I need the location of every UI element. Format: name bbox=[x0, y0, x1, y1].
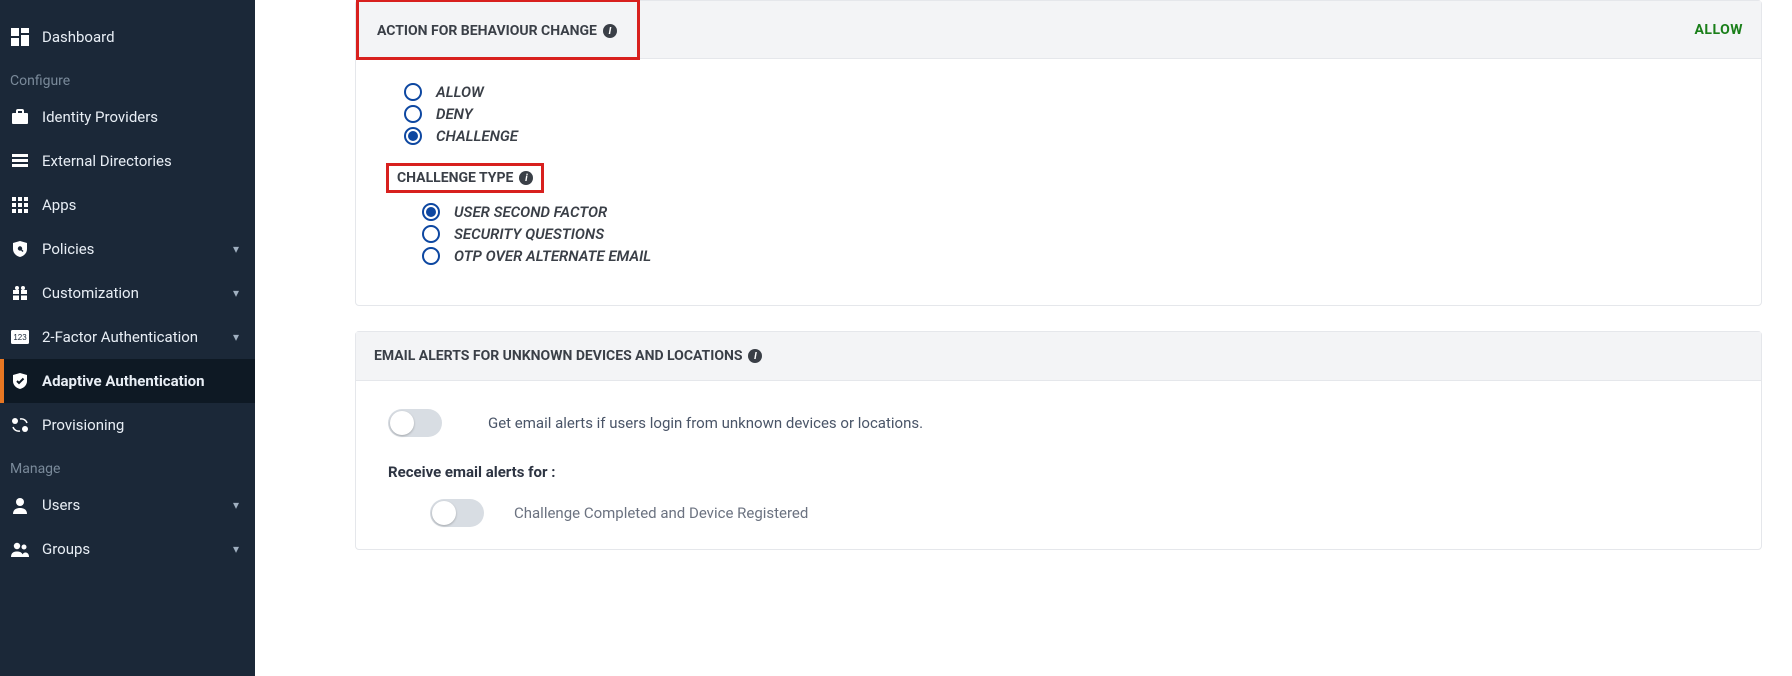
sidebar-item-identity-providers[interactable]: Identity Providers bbox=[0, 95, 255, 139]
sidebar-item-label: Customization bbox=[42, 284, 233, 302]
sidebar-item-provisioning[interactable]: Provisioning bbox=[0, 403, 255, 447]
sidebar-item-label: Identity Providers bbox=[42, 108, 245, 126]
chevron-down-icon: ▾ bbox=[233, 542, 239, 556]
radio-button-icon bbox=[422, 247, 440, 265]
radio-button-icon bbox=[404, 127, 422, 145]
chevron-down-icon: ▾ bbox=[233, 242, 239, 256]
action-panel-body: ALLOW DENY CHALLENGE CHALLENGE TYPE i bbox=[356, 59, 1761, 305]
stack-icon bbox=[10, 151, 30, 171]
sidebar-item-groups[interactable]: Groups ▾ bbox=[0, 527, 255, 571]
sidebar-item-label: Groups bbox=[42, 540, 233, 558]
radio-allow[interactable]: ALLOW bbox=[404, 83, 1741, 101]
grid-icon bbox=[10, 195, 30, 215]
info-icon[interactable]: i bbox=[519, 171, 533, 185]
chevron-down-icon: ▾ bbox=[233, 498, 239, 512]
radio-button-icon bbox=[404, 83, 422, 101]
email-alerts-title: EMAIL ALERTS FOR UNKNOWN DEVICES AND LOC… bbox=[374, 348, 742, 364]
action-panel-title: ACTION FOR BEHAVIOUR CHANGE bbox=[377, 23, 597, 39]
radio-label: ALLOW bbox=[436, 83, 484, 101]
radio-button-icon bbox=[422, 225, 440, 243]
sidebar-item-policies[interactable]: Policies ▾ bbox=[0, 227, 255, 271]
info-icon[interactable]: i bbox=[603, 24, 617, 38]
email-alerts-panel: EMAIL ALERTS FOR UNKNOWN DEVICES AND LOC… bbox=[355, 331, 1762, 550]
radio-label: OTP OVER ALTERNATE EMAIL bbox=[454, 247, 651, 265]
radio-label: DENY bbox=[436, 105, 473, 123]
radio-button-icon bbox=[404, 105, 422, 123]
user-icon bbox=[10, 495, 30, 515]
challenge-type-title: CHALLENGE TYPE bbox=[397, 170, 513, 186]
action-status: ALLOW bbox=[1694, 22, 1743, 38]
radio-label: SECURITY QUESTIONS bbox=[454, 225, 604, 243]
radio-label: CHALLENGE bbox=[436, 127, 518, 145]
keypad-icon: 123 bbox=[10, 327, 30, 347]
radio-label: USER SECOND FACTOR bbox=[454, 203, 607, 221]
email-alerts-body: Get email alerts if users login from unk… bbox=[356, 381, 1761, 549]
sidebar-item-label: Apps bbox=[42, 196, 245, 214]
sidebar-section-manage: Manage bbox=[0, 447, 255, 483]
sub-toggle-row: Challenge Completed and Device Registere… bbox=[430, 499, 1741, 527]
receive-alerts-label: Receive email alerts for : bbox=[388, 463, 1741, 481]
sidebar-item-label: External Directories bbox=[42, 152, 245, 170]
chevron-down-icon: ▾ bbox=[233, 330, 239, 344]
sidebar-item-label: Dashboard bbox=[42, 28, 245, 46]
radio-otp-alternate-email[interactable]: OTP OVER ALTERNATE EMAIL bbox=[422, 247, 1741, 265]
email-alerts-header: EMAIL ALERTS FOR UNKNOWN DEVICES AND LOC… bbox=[356, 332, 1761, 381]
sidebar-section-configure: Configure bbox=[0, 59, 255, 95]
sidebar-item-label: Adaptive Authentication bbox=[42, 372, 245, 390]
sub-toggle-label: Challenge Completed and Device Registere… bbox=[514, 504, 808, 522]
sidebar-item-label: Policies bbox=[42, 240, 233, 258]
dashboard-icon bbox=[10, 27, 30, 47]
sidebar-item-apps[interactable]: Apps bbox=[0, 183, 255, 227]
sidebar-item-external-directories[interactable]: External Directories bbox=[0, 139, 255, 183]
radio-challenge[interactable]: CHALLENGE bbox=[404, 127, 1741, 145]
email-alerts-toggle-label: Get email alerts if users login from unk… bbox=[488, 414, 923, 432]
sync-users-icon bbox=[10, 415, 30, 435]
group-icon bbox=[10, 539, 30, 559]
challenge-completed-toggle[interactable] bbox=[430, 499, 484, 527]
chevron-down-icon: ▾ bbox=[233, 286, 239, 300]
action-radio-group: ALLOW DENY CHALLENGE bbox=[404, 83, 1741, 145]
info-icon[interactable]: i bbox=[748, 349, 762, 363]
radio-button-icon bbox=[422, 203, 440, 221]
gift-icon bbox=[10, 283, 30, 303]
shield-search-icon bbox=[10, 239, 30, 259]
action-panel-header: ACTION FOR BEHAVIOUR CHANGE i ALLOW bbox=[356, 1, 1761, 59]
main-content: ACTION FOR BEHAVIOUR CHANGE i ALLOW ALLO… bbox=[255, 0, 1792, 676]
shield-check-icon bbox=[10, 371, 30, 391]
sidebar-item-label: 2-Factor Authentication bbox=[42, 328, 233, 346]
sidebar: Dashboard Configure Identity Providers E… bbox=[0, 0, 255, 676]
sidebar-item-customization[interactable]: Customization ▾ bbox=[0, 271, 255, 315]
action-panel: ACTION FOR BEHAVIOUR CHANGE i ALLOW ALLO… bbox=[355, 0, 1762, 306]
email-alerts-toggle[interactable] bbox=[388, 409, 442, 437]
challenge-type-radio-group: USER SECOND FACTOR SECURITY QUESTIONS OT… bbox=[422, 203, 1741, 265]
sidebar-item-dashboard[interactable]: Dashboard bbox=[0, 15, 255, 59]
svg-text:123: 123 bbox=[13, 333, 27, 342]
radio-deny[interactable]: DENY bbox=[404, 105, 1741, 123]
sidebar-item-label: Users bbox=[42, 496, 233, 514]
radio-user-second-factor[interactable]: USER SECOND FACTOR bbox=[422, 203, 1741, 221]
sidebar-item-adaptive-auth[interactable]: Adaptive Authentication bbox=[0, 359, 255, 403]
email-alerts-toggle-row: Get email alerts if users login from unk… bbox=[388, 399, 1741, 437]
sidebar-item-users[interactable]: Users ▾ bbox=[0, 483, 255, 527]
sidebar-item-2fa[interactable]: 123 2-Factor Authentication ▾ bbox=[0, 315, 255, 359]
radio-security-questions[interactable]: SECURITY QUESTIONS bbox=[422, 225, 1741, 243]
sidebar-item-label: Provisioning bbox=[42, 416, 245, 434]
briefcase-icon bbox=[10, 107, 30, 127]
